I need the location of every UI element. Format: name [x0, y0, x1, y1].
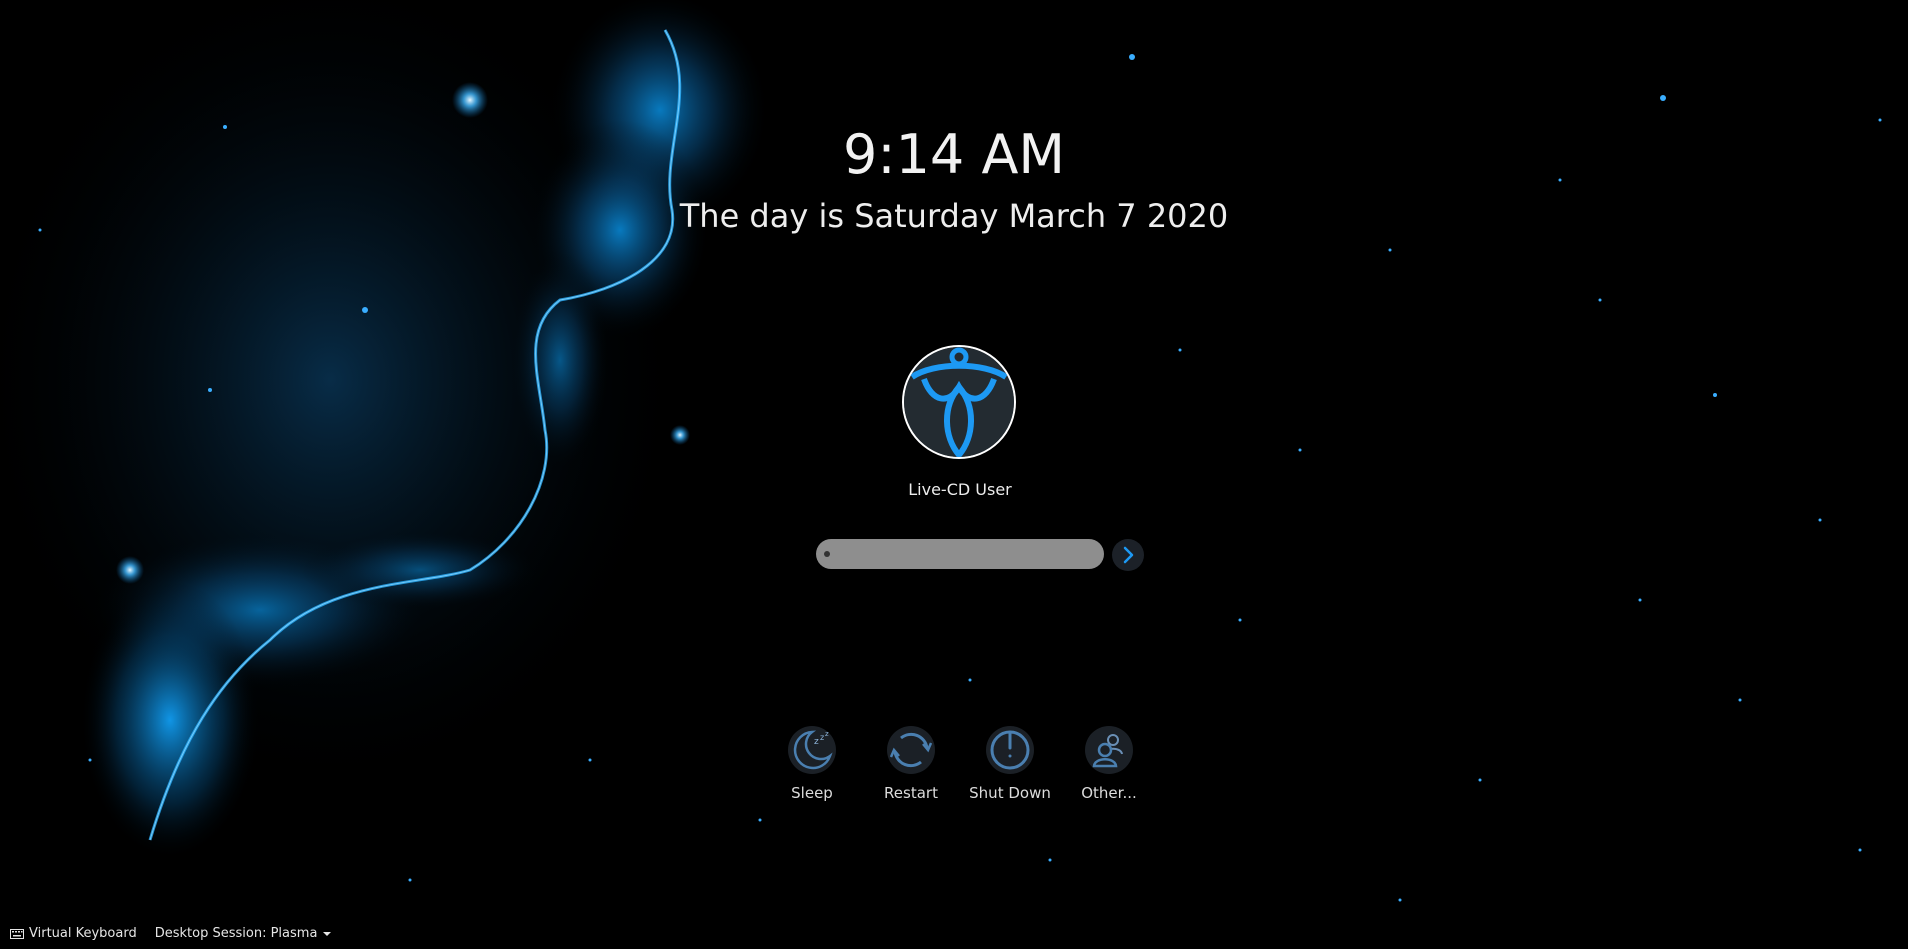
lock-screen: 9:14 AM The day is Saturday March 7 2020…: [0, 0, 1908, 949]
user-logo-icon: [904, 347, 1014, 457]
user-avatar[interactable]: [902, 345, 1016, 459]
login-button[interactable]: [1112, 539, 1144, 571]
desktop-session-label: Desktop Session: Plasma: [154, 926, 318, 941]
svg-text:z: z: [825, 730, 829, 738]
clock-time: 9:14 AM: [843, 123, 1065, 186]
desktop-session-select[interactable]: Desktop Session: Plasma: [155, 926, 333, 941]
footer-bar: Virtual Keyboard Desktop Session: Plasma: [10, 926, 332, 941]
user-name-label: Live-CD User: [908, 480, 1012, 499]
virtual-keyboard-label: Virtual Keyboard: [29, 926, 137, 941]
restart-label: Restart: [884, 784, 938, 802]
shut-down-label: Shut Down: [969, 784, 1051, 802]
sleep-label: Sleep: [791, 784, 833, 802]
password-field[interactable]: [816, 539, 1104, 569]
sleep-icon: z z z: [788, 726, 836, 774]
svg-text:z: z: [820, 733, 824, 742]
sleep-button[interactable]: z z z Sleep: [762, 726, 862, 802]
clock-date: The day is Saturday March 7 2020: [679, 197, 1229, 235]
virtual-keyboard-button[interactable]: Virtual Keyboard: [10, 926, 137, 941]
svg-text:z: z: [814, 737, 819, 747]
arrow-right-icon: [1123, 546, 1134, 564]
other-button[interactable]: Other...: [1059, 726, 1159, 802]
switch-user-icon: [1085, 726, 1133, 774]
other-label: Other...: [1081, 784, 1137, 802]
keyboard-icon: [10, 928, 24, 939]
restart-icon: [887, 726, 935, 774]
chevron-down-icon: [323, 931, 332, 936]
shut-down-button[interactable]: Shut Down: [960, 726, 1060, 802]
restart-button[interactable]: Restart: [861, 726, 961, 802]
power-icon: [986, 726, 1034, 774]
